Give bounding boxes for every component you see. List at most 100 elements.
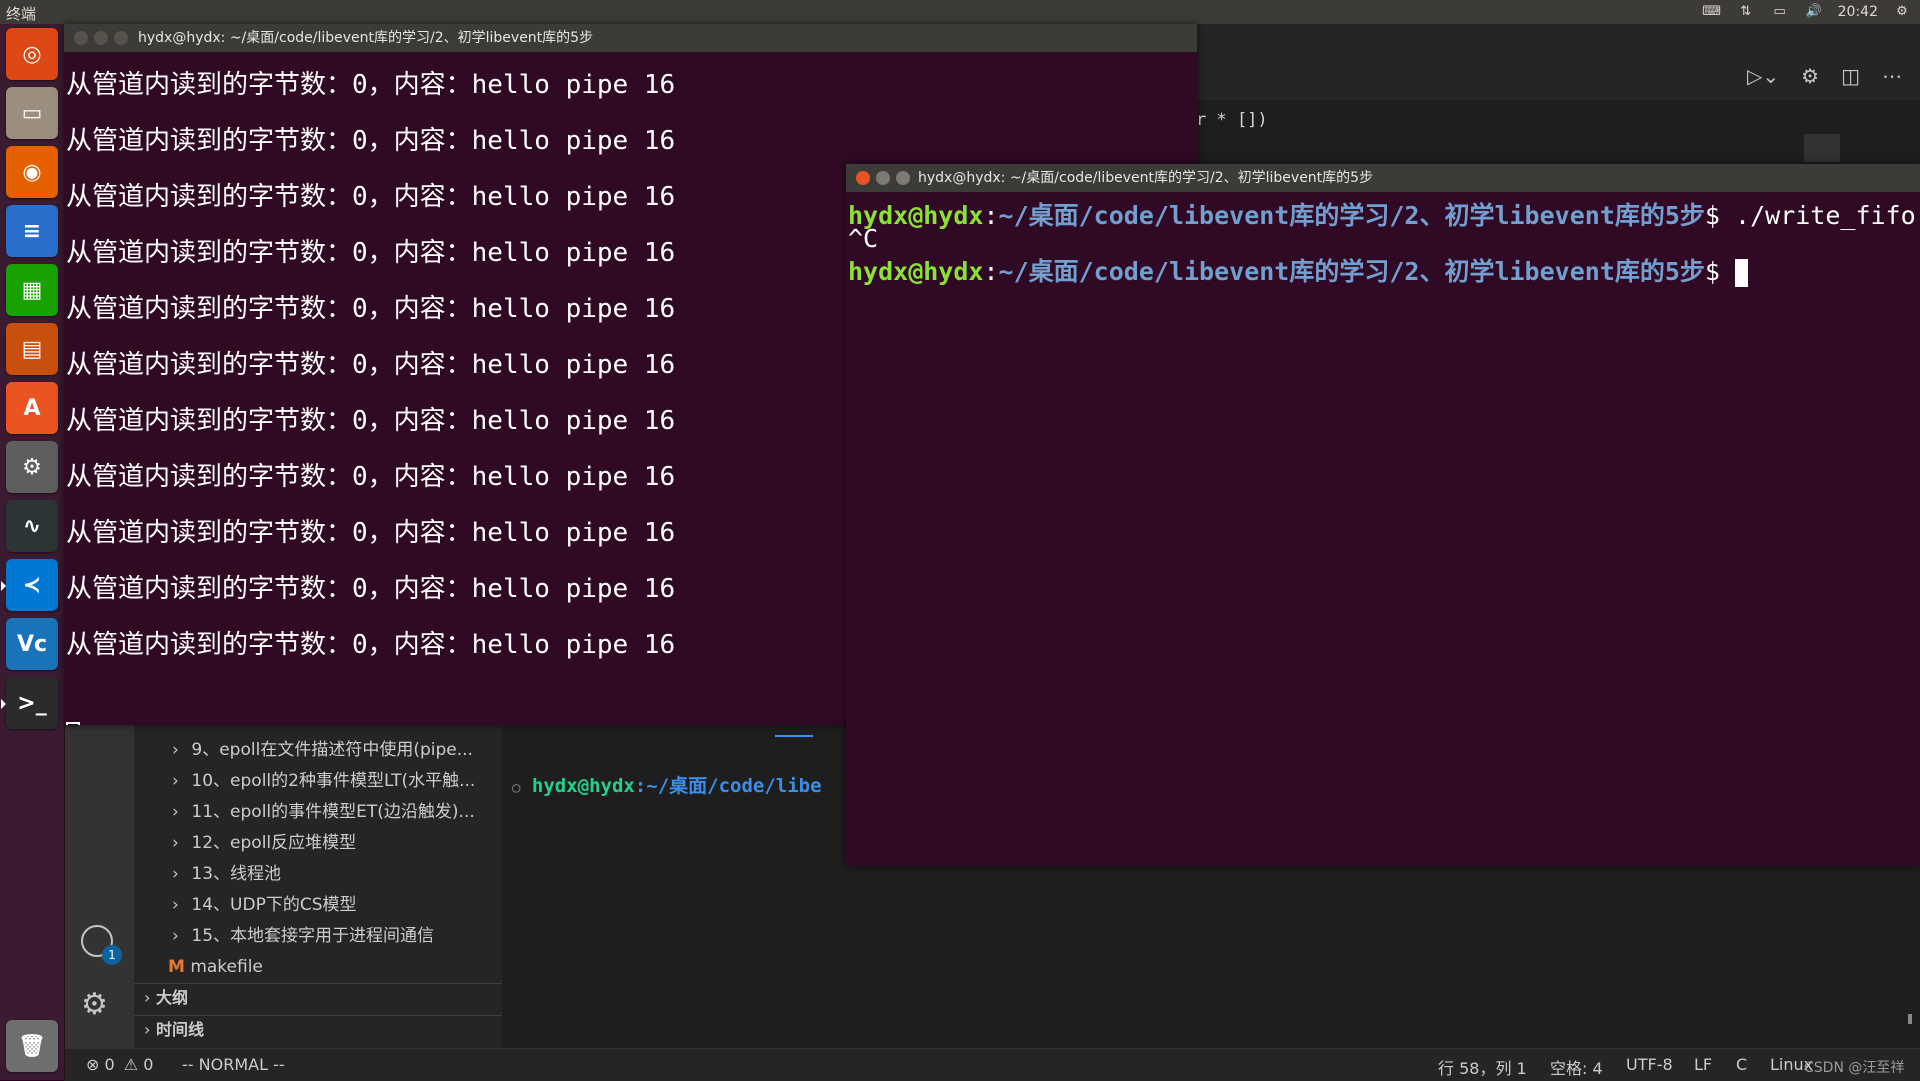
output-line: 从管道内读到的字节数：0，内容：hello pipe 16	[66, 518, 676, 548]
impress-icon[interactable]: ▤	[6, 323, 58, 375]
tree-item[interactable]: › 15、本地套接字用于进程间通信	[172, 921, 434, 951]
split-editor-icon[interactable]: ◫	[1841, 64, 1860, 88]
terminal-cursor	[1735, 259, 1749, 287]
tree-item[interactable]: › 14、UDP下的CS模型	[172, 890, 356, 920]
firefox-icon[interactable]: ◉	[6, 146, 58, 198]
minimap[interactable]	[1804, 134, 1840, 162]
more-actions-icon[interactable]: ⋯	[1882, 64, 1902, 88]
tree-item[interactable]: › 10、epoll的2种事件模型LT(水平触...	[172, 766, 475, 796]
terminal-icon-glyph: >_	[17, 690, 47, 716]
panel-scrollbar[interactable]	[1908, 1014, 1912, 1024]
encoding[interactable]: UTF-8	[1626, 1055, 1673, 1074]
gear-icon[interactable]: ⚙	[1801, 64, 1819, 88]
manage-gear-icon[interactable]: ⚙	[81, 989, 108, 1021]
problems-indicator[interactable]: ⊗ 0 ⚠ 0	[86, 1055, 153, 1074]
prompt-symbol: $	[1704, 257, 1720, 286]
chevron-right-icon: ›	[172, 802, 179, 822]
interrupt-line: ^C	[848, 224, 879, 253]
prompt-path: ~/桌面/code/libevent库的学习/2、初学libevent库的5步	[998, 257, 1705, 286]
outline-section[interactable]: › 大纲	[134, 983, 502, 1012]
prompt-line: hydx@hydx:~/桌面/code/libevent库的学习/2、初学lib…	[848, 201, 1916, 230]
calc-icon[interactable]: ▦	[6, 264, 58, 316]
files-icon[interactable]: ▭	[6, 87, 58, 139]
prompt-symbol: $	[1704, 201, 1720, 230]
terminal-line: ○ hydx@hydx:~/桌面/code/libe	[512, 771, 822, 798]
window-titlebar[interactable]: hydx@hydx: ~/桌面/code/libevent库的学习/2、初学li…	[846, 164, 1920, 192]
run-debug-icon[interactable]: ▷⌄	[1747, 64, 1779, 88]
tree-item-makefile[interactable]: M makefile	[168, 952, 263, 982]
end-of-line[interactable]: LF	[1694, 1055, 1712, 1074]
explorer-sidebar: › 9、epoll在文件描述符中使用(pipe... › 10、epoll的2种…	[134, 725, 502, 1048]
writer-icon[interactable]: ≡	[6, 205, 58, 257]
terminal-cursor	[66, 722, 80, 725]
terminal-output[interactable]: hydx@hydx:~/桌面/code/libevent库的学习/2、初学lib…	[846, 192, 1920, 866]
terminal-window-writer[interactable]: hydx@hydx: ~/桌面/code/libevent库的学习/2、初学li…	[846, 164, 1920, 866]
indentation[interactable]: 空格: 4	[1550, 1055, 1603, 1079]
calc-icon-glyph: ▦	[21, 277, 43, 303]
ubuntu-dash-icon[interactable]: ◎	[6, 28, 58, 80]
output-line: 从管道内读到的字节数：0，内容：hello pipe 16	[66, 406, 676, 436]
tree-item[interactable]: › 12、epoll反应堆模型	[172, 828, 356, 858]
command-text: ./write_fifo	[1735, 201, 1916, 230]
firefox-icon-glyph: ◉	[22, 159, 42, 185]
power-gear-icon[interactable]: ⚙	[1892, 5, 1912, 19]
keyboard-icon[interactable]: ⌨	[1702, 5, 1722, 19]
vscode-icon-glyph: ≺	[22, 572, 42, 598]
battery-icon[interactable]: ▭	[1770, 5, 1790, 19]
vnc-icon-glyph: Vc	[16, 631, 48, 657]
window-titlebar[interactable]: hydx@hydx: ~/桌面/code/libevent库的学习/2、初学li…	[64, 24, 1197, 52]
chevron-right-icon: ›	[172, 771, 179, 791]
volume-icon[interactable]: 🔊	[1804, 5, 1824, 19]
editor-toolbar: ▷⌄ ⚙ ◫ ⋯	[1196, 24, 1920, 100]
chevron-right-icon: ›	[172, 926, 179, 946]
language-mode[interactable]: C	[1736, 1055, 1747, 1074]
timeline-section[interactable]: › 时间线	[134, 1015, 502, 1044]
cursor-position[interactable]: 行 58，列 1	[1438, 1055, 1527, 1079]
minimize-icon[interactable]	[876, 171, 890, 185]
csdn-watermark: CSDN @汪至祥	[1804, 1060, 1905, 1076]
network-icon[interactable]: ⇅	[1736, 5, 1756, 19]
accounts-badge: 1	[102, 945, 122, 965]
output-line: 从管道内读到的字节数：0，内容：hello pipe 16	[66, 630, 676, 660]
impress-icon-glyph: ▤	[21, 336, 43, 362]
clock[interactable]: 20:42	[1838, 4, 1878, 20]
integrated-terminal[interactable]: ○ hydx@hydx:~/桌面/code/libe	[502, 725, 848, 1048]
chevron-right-icon: ›	[172, 833, 179, 853]
tree-item[interactable]: › 9、epoll在文件描述符中使用(pipe...	[172, 735, 473, 765]
window-title: hydx@hydx: ~/桌面/code/libevent库的学习/2、初学li…	[138, 30, 594, 46]
output-line: 从管道内读到的字节数：0，内容：hello pipe 16	[66, 574, 676, 604]
top-panel: 终端 ⌨ ⇅ ▭ 🔊 20:42 ⚙	[0, 0, 1920, 24]
minimize-icon[interactable]	[94, 31, 108, 45]
warning-icon: ⚠	[123, 1055, 139, 1074]
maximize-icon[interactable]	[114, 31, 128, 45]
chevron-right-icon: ›	[172, 864, 179, 884]
terminal-icon[interactable]: >_	[1, 677, 58, 729]
prompt-user: hydx@hydx	[848, 257, 984, 286]
vscode-icon[interactable]: ≺	[1, 559, 58, 611]
software-center-icon[interactable]: A	[6, 382, 58, 434]
vnc-icon[interactable]: Vc	[6, 618, 58, 670]
software-center-icon-glyph: A	[23, 395, 41, 421]
output-line: 从管道内读到的字节数：0，内容：hello pipe 16	[66, 238, 676, 268]
tree-item[interactable]: › 11、epoll的事件模型ET(边沿触发)...	[172, 797, 475, 827]
chevron-right-icon: ›	[144, 988, 151, 1007]
close-icon[interactable]	[74, 31, 88, 45]
vim-mode: -- NORMAL --	[182, 1055, 285, 1074]
writer-icon-glyph: ≡	[22, 218, 42, 244]
output-line: 从管道内读到的字节数：0，内容：hello pipe 16	[66, 182, 676, 212]
chevron-right-icon: ›	[172, 740, 179, 760]
output-line: 从管道内读到的字节数：0，内容：hello pipe 16	[66, 462, 676, 492]
maximize-icon[interactable]	[896, 171, 910, 185]
files-icon-glyph: ▭	[21, 100, 43, 126]
output-line: 从管道内读到的字节数：0，内容：hello pipe 16	[66, 294, 676, 324]
panel-area	[848, 866, 1920, 1048]
trash-icon[interactable]: 🗑	[6, 1020, 58, 1072]
close-icon[interactable]	[856, 171, 870, 185]
tree-item[interactable]: › 13、线程池	[172, 859, 281, 889]
running-indicator	[1, 699, 6, 709]
system-settings-icon-glyph: ⚙	[22, 454, 42, 480]
status-circle-icon: ○	[512, 780, 521, 796]
chevron-right-icon: ›	[172, 895, 179, 915]
system-monitor-icon[interactable]: ∿	[6, 500, 58, 552]
system-settings-icon[interactable]: ⚙	[6, 441, 58, 493]
